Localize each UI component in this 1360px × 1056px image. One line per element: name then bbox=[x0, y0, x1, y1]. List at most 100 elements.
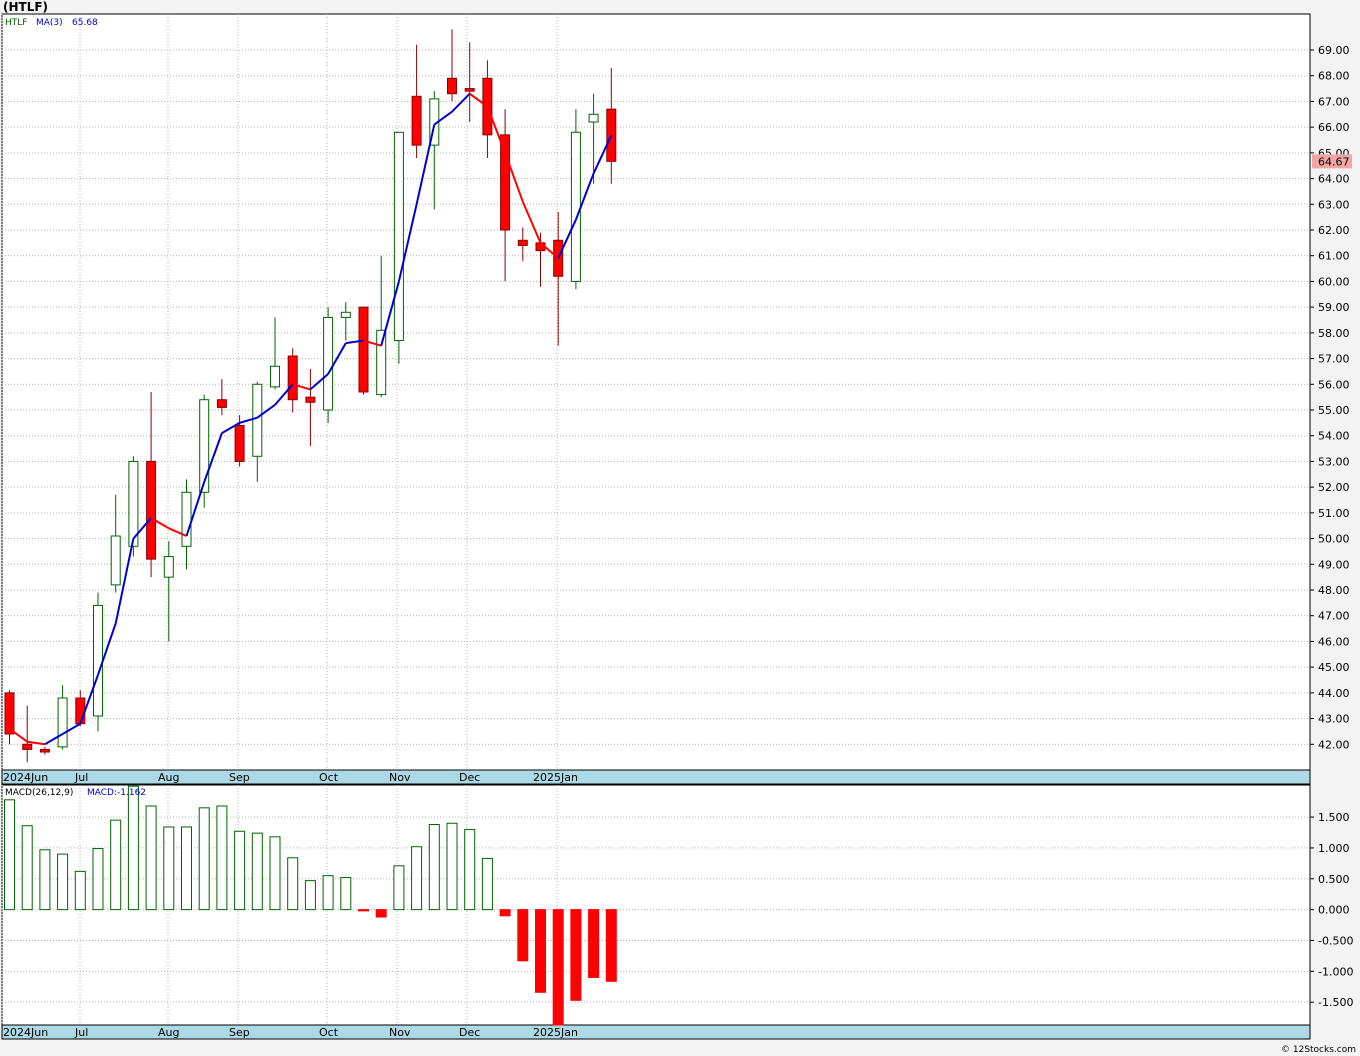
price-x-tick-label: 2025Jan bbox=[533, 771, 578, 784]
macd-x-tick-label: Aug bbox=[158, 1026, 179, 1039]
macd-bar bbox=[358, 909, 369, 912]
macd-bar bbox=[145, 805, 157, 911]
candle-body bbox=[376, 329, 387, 396]
watermark: © 12Stocks.com bbox=[1281, 1045, 1356, 1055]
price-x-tick-label: 2024Jun bbox=[3, 771, 48, 784]
macd-bar bbox=[464, 828, 476, 911]
macd-bar bbox=[535, 909, 546, 993]
price-x-tick-label: Aug bbox=[158, 771, 179, 784]
candle-body bbox=[411, 95, 422, 146]
candle-body bbox=[340, 311, 351, 318]
candle-body bbox=[252, 383, 263, 457]
macd-y-tick-label: -1.500 bbox=[1318, 996, 1353, 1009]
price-y-tick-label: 43.00 bbox=[1318, 713, 1350, 726]
price-y-tick-label: 42.00 bbox=[1318, 738, 1350, 751]
candle-body bbox=[234, 424, 245, 462]
macd-bar bbox=[21, 825, 33, 911]
macd-bar bbox=[340, 877, 352, 911]
price-x-tick-label: Nov bbox=[389, 771, 411, 784]
price-y-tick-label: 45.00 bbox=[1318, 661, 1350, 674]
price-y-axis: 42.00 43.00 44.00 45.00 46.00 47.00 48.00 49.00… bbox=[1310, 44, 1350, 751]
candle-body bbox=[447, 77, 457, 95]
stock-chart: (HTLF) 42.00 43.00 44.00 45.00 46.00 47.00 48.… bbox=[1, 0, 1356, 1055]
price-legend-symbol: HTLF bbox=[5, 18, 27, 28]
candle-body bbox=[181, 491, 192, 547]
price-y-tick-label: 44.00 bbox=[1318, 687, 1350, 700]
macd-legend-value: MACD:-1.162 bbox=[87, 788, 146, 798]
macd-bar bbox=[163, 826, 175, 911]
candle-body bbox=[323, 316, 334, 411]
candle-body bbox=[393, 131, 404, 342]
candle bbox=[358, 306, 369, 395]
macd-bar bbox=[4, 799, 15, 911]
macd-bar bbox=[304, 880, 316, 911]
price-y-tick-label: 47.00 bbox=[1318, 610, 1350, 623]
macd-bar bbox=[446, 822, 458, 911]
candle-body bbox=[199, 399, 210, 493]
macd-bar bbox=[234, 830, 246, 911]
macd-x-axis-band bbox=[1, 1024, 1311, 1040]
candle-body bbox=[22, 743, 33, 750]
price-x-axis-band bbox=[1, 769, 1311, 785]
price-y-tick-label: 63.00 bbox=[1318, 198, 1350, 211]
macd-x-tick-label: Dec bbox=[459, 1026, 480, 1039]
macd-bar bbox=[181, 826, 192, 911]
chart-title: (HTLF) bbox=[3, 0, 48, 14]
price-y-tick-label: 56.00 bbox=[1318, 378, 1350, 391]
candle bbox=[323, 307, 334, 423]
macd-bar bbox=[570, 909, 582, 1001]
macd-bar bbox=[287, 857, 299, 911]
macd-bar bbox=[269, 836, 281, 911]
candle-body bbox=[216, 399, 227, 408]
price-y-tick-label: 66.00 bbox=[1318, 121, 1350, 134]
candle-body bbox=[358, 306, 369, 393]
macd-bar bbox=[517, 909, 529, 962]
macd-y-tick-label: 0.000 bbox=[1318, 904, 1350, 917]
price-y-tick-label: 48.00 bbox=[1318, 584, 1350, 597]
candle-body bbox=[305, 396, 316, 403]
macd-y-tick-label: 0.500 bbox=[1318, 873, 1350, 886]
macd-x-tick-label: 2025Jan bbox=[533, 1026, 578, 1039]
macd-y-tick-label: 1.000 bbox=[1318, 842, 1350, 855]
candle-body bbox=[163, 556, 174, 578]
macd-bar bbox=[92, 848, 104, 911]
price-y-tick-label: 55.00 bbox=[1318, 404, 1350, 417]
candle-body bbox=[4, 692, 15, 735]
candle-body bbox=[93, 604, 103, 717]
macd-bar bbox=[57, 853, 69, 911]
macd-bar bbox=[127, 785, 139, 911]
price-y-tick-label: 54.00 bbox=[1318, 430, 1350, 443]
last-price-label: 64.67 bbox=[1318, 155, 1350, 168]
candle-body bbox=[588, 113, 599, 123]
candle-body bbox=[606, 108, 617, 162]
macd-bar bbox=[74, 870, 86, 911]
price-y-tick-label: 62.00 bbox=[1318, 224, 1350, 237]
candle-body bbox=[464, 88, 475, 92]
price-y-tick-label: 64.00 bbox=[1318, 173, 1350, 186]
macd-bar bbox=[251, 832, 263, 911]
macd-bar bbox=[393, 865, 405, 911]
candle-body bbox=[146, 460, 157, 560]
macd-bar bbox=[322, 875, 334, 911]
macd-y-tick-label: -1.000 bbox=[1318, 965, 1353, 978]
price-y-tick-label: 51.00 bbox=[1318, 507, 1350, 520]
macd-legend-label: MACD(26,12,9) bbox=[5, 788, 73, 798]
macd-bar bbox=[481, 857, 493, 911]
macd-x-tick-label: Sep bbox=[229, 1026, 250, 1039]
candle bbox=[570, 109, 581, 290]
macd-x-tick-label: Nov bbox=[389, 1026, 411, 1039]
macd-bar bbox=[588, 909, 600, 978]
price-y-tick-label: 60.00 bbox=[1318, 275, 1350, 288]
macd-bar bbox=[110, 819, 122, 911]
macd-bar bbox=[198, 807, 210, 911]
candle-body bbox=[270, 365, 280, 388]
candle-body bbox=[570, 131, 581, 282]
macd-bar bbox=[499, 909, 511, 917]
macd-bar bbox=[411, 846, 423, 911]
price-y-tick-label: 49.00 bbox=[1318, 558, 1350, 571]
price-legend-ma-value: 65.68 bbox=[72, 18, 98, 28]
macd-bar bbox=[605, 909, 617, 982]
price-y-tick-label: 58.00 bbox=[1318, 327, 1350, 340]
candle-body bbox=[75, 697, 86, 725]
macd-y-axis: 1.500 1.000 0.500 0.000 -0.500 -1.000 -1.500 bbox=[1310, 811, 1353, 1009]
